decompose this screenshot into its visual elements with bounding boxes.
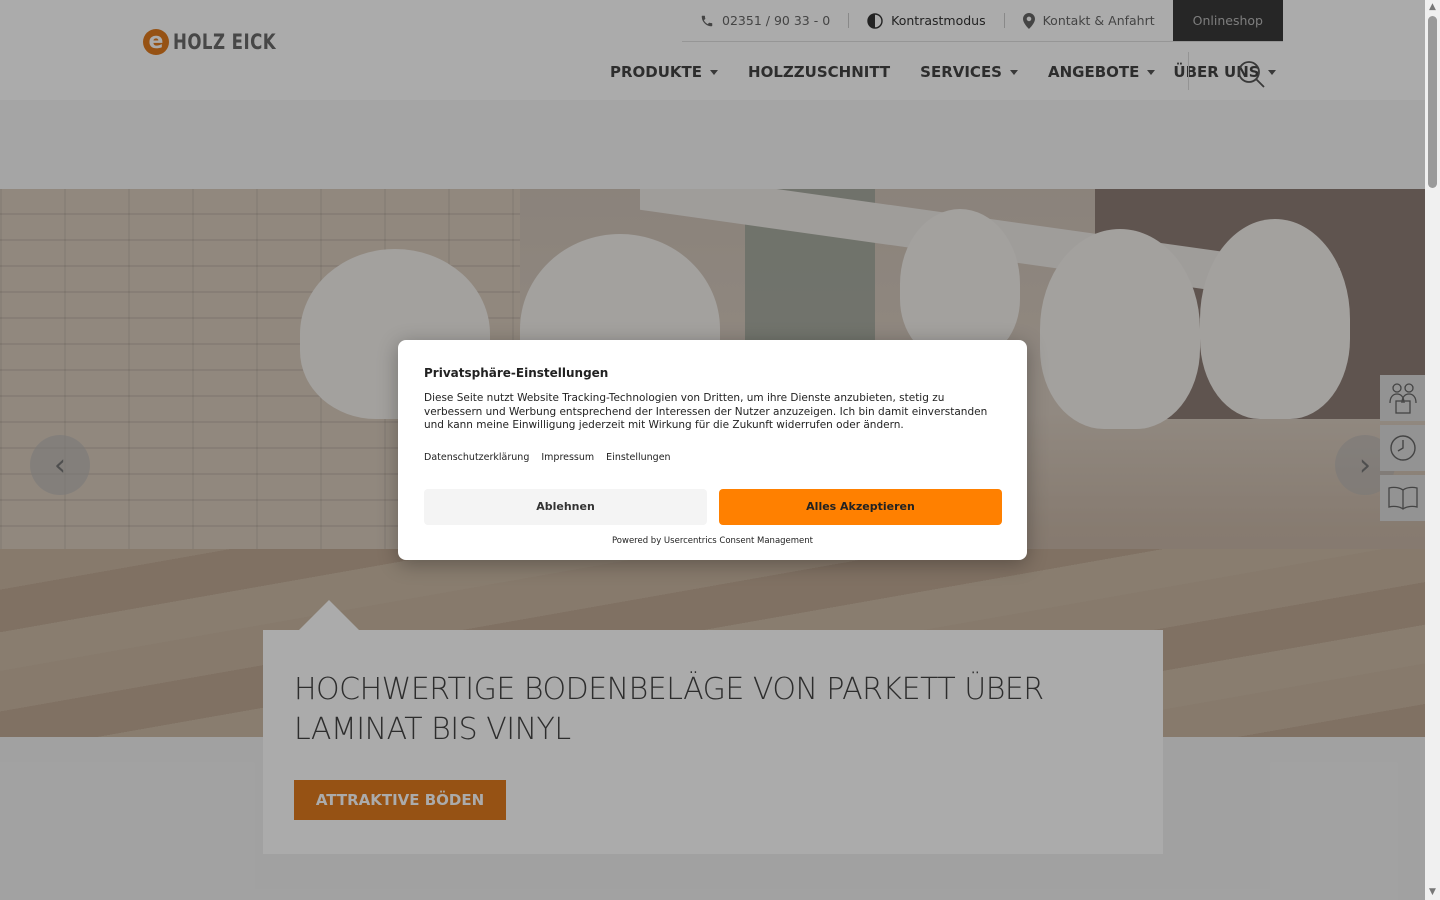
- imprint-link[interactable]: Impressum: [541, 452, 594, 464]
- scrollbar[interactable]: ▲ ▼: [1425, 0, 1440, 900]
- scroll-down-arrow-icon[interactable]: ▼: [1425, 885, 1440, 900]
- consent-title: Privatsphäre-Einstellungen: [424, 366, 609, 380]
- scroll-up-arrow-icon[interactable]: ▲: [1425, 0, 1440, 15]
- privacy-policy-link[interactable]: Datenschutzerklärung: [424, 452, 529, 464]
- consent-dialog: Privatsphäre-Einstellungen Diese Seite n…: [398, 340, 1027, 560]
- powered-by-text: Powered by Usercentrics Consent Manageme…: [611, 536, 814, 546]
- accept-all-button[interactable]: Alles Akzeptieren: [719, 489, 1002, 525]
- consent-text: Diese Seite nutzt Website Tracking-Techn…: [424, 392, 988, 431]
- scroll-thumb[interactable]: [1428, 16, 1437, 188]
- settings-link[interactable]: Einstellungen: [606, 452, 670, 464]
- consent-links: Datenschutzerklärung Impressum Einstellu…: [424, 452, 671, 464]
- deny-button[interactable]: Ablehnen: [424, 489, 707, 525]
